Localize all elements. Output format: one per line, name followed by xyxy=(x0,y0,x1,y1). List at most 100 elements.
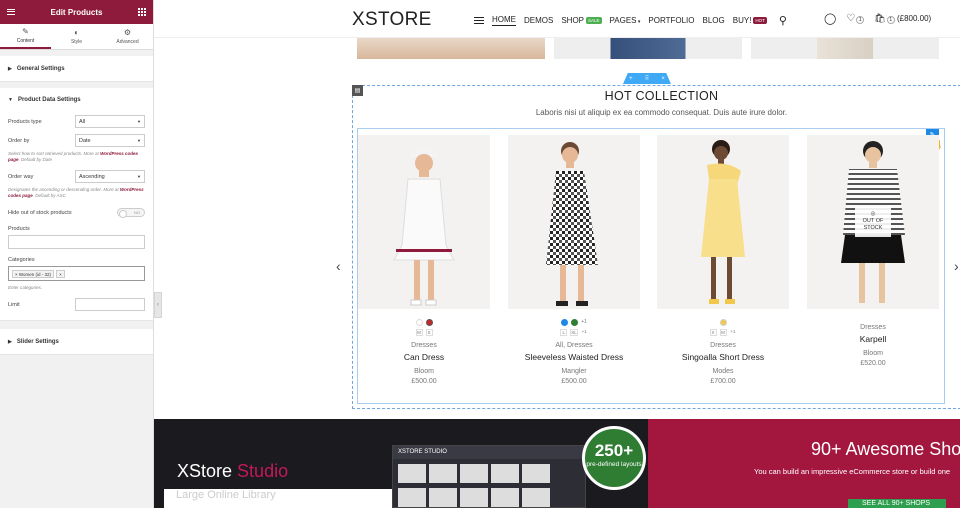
plus-icon[interactable]: + xyxy=(629,76,633,82)
nav-buy[interactable]: BUY! HOT xyxy=(733,16,767,25)
hamburger-icon[interactable] xyxy=(474,17,484,24)
half-circle-icon: ◐ xyxy=(74,27,79,37)
mockup-thumb xyxy=(429,488,457,507)
hide-oos-toggle[interactable]: NO xyxy=(117,208,145,218)
search-icon[interactable]: ⚲ xyxy=(779,14,787,27)
chevron-down-icon: ▼ xyxy=(137,119,141,124)
category-chip-remove[interactable]: × xyxy=(56,269,65,278)
drag-handle-icon[interactable]: ⠿ xyxy=(645,75,649,82)
shops-subtitle: You can build an impressive eCommerce st… xyxy=(754,467,951,476)
product-name[interactable]: Sleeveless Waisted Dress xyxy=(508,352,640,362)
section-product-data-header[interactable]: ▼ Product Data Settings xyxy=(8,88,145,112)
menu-icon[interactable] xyxy=(7,9,15,15)
site-logo[interactable]: XSTORE xyxy=(352,9,432,31)
more-colors[interactable]: +1 xyxy=(581,319,587,325)
order-way-label: Order way xyxy=(8,173,34,180)
product-image[interactable]: ◎ OUT OF STOCK xyxy=(807,135,939,309)
limit-input[interactable] xyxy=(75,298,145,311)
color-swatch[interactable] xyxy=(571,318,579,326)
product-category[interactable]: Dresses xyxy=(657,342,789,349)
account-icon[interactable]: ◯ xyxy=(824,12,836,25)
mockup-thumb xyxy=(491,464,519,483)
categories-input[interactable]: × Women (id - 32) × xyxy=(8,266,145,281)
products-type-select[interactable]: All ▼ xyxy=(75,115,145,128)
product-category[interactable]: All, Dresses xyxy=(508,342,640,349)
gear-icon: ⚙ xyxy=(123,27,132,37)
size-options: L XL +1 xyxy=(508,328,640,336)
nav-home[interactable]: HOME xyxy=(492,15,516,26)
products-input[interactable] xyxy=(8,235,145,249)
color-swatches: +1 xyxy=(508,318,640,326)
mockup-thumb xyxy=(491,488,519,507)
tab-style[interactable]: ◐ Style xyxy=(51,24,102,49)
slider-prev-arrow[interactable]: ‹ xyxy=(336,258,341,274)
help-text: Select how to sort retrieved products. M… xyxy=(8,151,99,156)
products-type-label: Products type xyxy=(8,118,42,125)
size-option[interactable]: L xyxy=(560,328,568,336)
section-label: Product Data Settings xyxy=(17,97,81,103)
category-banner-image[interactable] xyxy=(751,38,939,59)
color-swatch[interactable] xyxy=(415,318,423,326)
product-brand[interactable]: Mangler xyxy=(508,368,640,375)
category-chip[interactable]: × Women (id - 32) xyxy=(12,269,55,278)
product-card[interactable]: ◎ OUT OF STOCK Dresses Karpell Bloom £520… xyxy=(807,135,939,367)
see-all-shops-button[interactable]: SEE ALL 90+ SHOPS xyxy=(848,499,946,508)
product-image[interactable] xyxy=(358,135,490,309)
product-card[interactable]: X M +1 Dresses Singoalla Short Dress Modes… xyxy=(657,135,789,385)
nav-label: SHOP xyxy=(561,16,585,25)
product-category[interactable]: Dresses xyxy=(807,324,939,331)
wishlist-button[interactable]: ♡ 1 xyxy=(846,13,865,24)
product-name[interactable]: Singoalla Short Dress xyxy=(657,352,789,362)
product-brand[interactable]: Bloom xyxy=(807,350,939,357)
order-way-select[interactable]: Ascending ▼ xyxy=(75,170,145,183)
site-header: XSTORE HOME DEMOS SHOP SALE PAGES ▾ PORTF… xyxy=(154,0,960,38)
size-option[interactable]: S xyxy=(425,328,433,336)
product-brand[interactable]: Bloom xyxy=(358,368,490,375)
nav-demos[interactable]: DEMOS xyxy=(524,16,553,25)
tab-label: Advanced xyxy=(116,38,139,45)
nav-portfolio[interactable]: PORTFOLIO xyxy=(648,16,694,25)
product-image[interactable] xyxy=(657,135,789,309)
category-banner-image[interactable] xyxy=(554,38,742,59)
more-sizes[interactable]: +1 xyxy=(581,329,588,336)
size-option[interactable]: XL xyxy=(570,328,578,336)
size-option[interactable]: M xyxy=(415,328,423,336)
hide-oos-label: Hide out of stock products xyxy=(8,209,72,216)
tab-advanced[interactable]: ⚙ Advanced xyxy=(102,24,153,49)
order-by-label: Order by xyxy=(8,137,30,144)
nav-blog[interactable]: BLOG xyxy=(703,16,725,25)
section-toolbar[interactable]: + ⠿ × xyxy=(623,73,671,84)
nav-shop[interactable]: SHOP SALE xyxy=(561,16,602,25)
product-card[interactable]: MS Dresses Can Dress Bloom £500.00 xyxy=(358,135,490,385)
pencil-icon: ✎ xyxy=(22,26,29,36)
logo-text: XSTORE xyxy=(352,9,432,30)
product-name[interactable]: Can Dress xyxy=(358,352,490,362)
caret-down-icon: ▼ xyxy=(8,97,13,103)
studio-promo-banner: XStore Studio Large Online Library XSTOR… xyxy=(154,419,960,508)
section-slider-settings[interactable]: ▶ Slider Settings xyxy=(0,329,153,355)
widgets-grid-icon[interactable] xyxy=(137,8,146,16)
product-card[interactable]: +1 L XL +1 All, Dresses Sleeveless Waisted… xyxy=(508,135,640,385)
color-swatch[interactable] xyxy=(561,318,569,326)
product-name[interactable]: Karpell xyxy=(807,334,939,344)
size-option[interactable]: M xyxy=(719,328,727,336)
category-banner-image[interactable] xyxy=(357,38,545,59)
color-swatch[interactable] xyxy=(425,318,433,326)
order-by-select[interactable]: Date ▼ xyxy=(75,134,145,147)
product-image[interactable] xyxy=(508,135,640,309)
mockup-thumb xyxy=(522,464,550,483)
close-icon[interactable]: × xyxy=(661,76,665,82)
product-category[interactable]: Dresses xyxy=(358,342,490,349)
mockup-thumb xyxy=(522,488,550,507)
size-option[interactable]: X xyxy=(709,328,717,336)
cart-button[interactable]: 🛍︎ 1 (£800.00) xyxy=(874,13,931,24)
color-swatch[interactable] xyxy=(719,318,727,326)
oos-text: OUT OF STOCK xyxy=(862,218,884,231)
nav-pages[interactable]: PAGES ▾ xyxy=(610,16,641,25)
more-sizes[interactable]: +1 xyxy=(730,329,737,336)
product-brand[interactable]: Modes xyxy=(657,368,789,375)
section-general-settings[interactable]: ▶ General Settings xyxy=(0,56,153,82)
slider-next-arrow[interactable]: › xyxy=(954,258,959,274)
tab-content[interactable]: ✎ Content xyxy=(0,24,51,49)
color-swatches xyxy=(657,318,789,326)
